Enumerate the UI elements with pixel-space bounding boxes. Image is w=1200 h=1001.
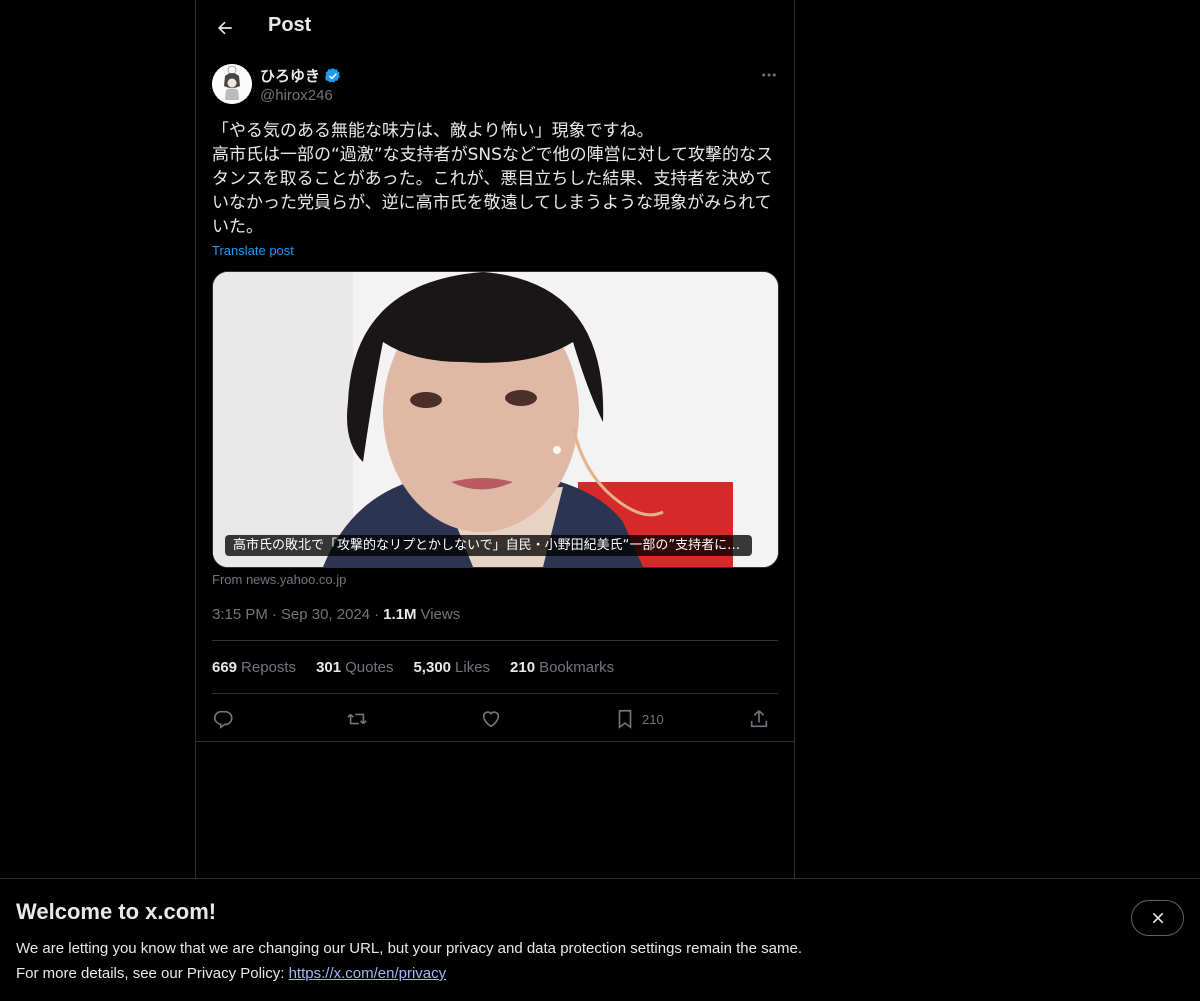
more-button[interactable] bbox=[758, 64, 780, 86]
card-source[interactable]: From news.yahoo.co.jp bbox=[212, 572, 346, 587]
bookmarks-stat[interactable]: 210 Bookmarks bbox=[510, 659, 614, 676]
banner-line-2: For more details, see our Privacy Policy… bbox=[16, 961, 802, 986]
share-icon bbox=[750, 710, 768, 728]
avatar[interactable] bbox=[212, 64, 252, 104]
header: Post bbox=[196, 0, 794, 54]
bookmark-icon bbox=[618, 709, 632, 729]
quotes-stat[interactable]: 301 Quotes bbox=[316, 659, 393, 676]
more-icon bbox=[762, 73, 776, 77]
divider bbox=[196, 741, 794, 742]
post-text: 「やる気のある無能な味方は、敵より怖い」現象ですね。 高市氏は一部の“過激”な支… bbox=[212, 121, 774, 237]
bookmarks-count: 210 bbox=[510, 659, 536, 676]
link-card[interactable]: 高市氏の敗北で「攻撃的なリプとかしないで」自民・小野田紀美氏“一部の”支持者にお… bbox=[212, 271, 779, 568]
author-handle[interactable]: @hirox246 bbox=[260, 87, 333, 104]
url-change-banner: Welcome to x.com! We are letting you kno… bbox=[0, 878, 1200, 1001]
author-display-name[interactable]: ひろゆき bbox=[260, 65, 320, 86]
reply-button[interactable] bbox=[212, 706, 234, 732]
back-arrow-icon bbox=[217, 21, 232, 35]
views-count: 1.1M bbox=[383, 606, 417, 623]
like-icon bbox=[482, 711, 500, 728]
bookmark-count: 210 bbox=[642, 711, 664, 727]
post-date[interactable]: Sep 30, 2024 bbox=[281, 606, 370, 623]
reply-icon bbox=[213, 710, 233, 729]
author-name-row[interactable]: ひろゆき bbox=[260, 65, 342, 86]
likes-stat[interactable]: 5,300 Likes bbox=[413, 659, 490, 676]
banner-body: We are letting you know that we are chan… bbox=[16, 936, 802, 986]
bookmarks-label: Bookmarks bbox=[539, 659, 615, 676]
quotes-label: Quotes bbox=[345, 659, 394, 676]
page-title: Post bbox=[268, 14, 312, 36]
post-time[interactable]: 3:15 PM bbox=[212, 606, 268, 623]
verified-badge-icon bbox=[325, 67, 340, 83]
like-button[interactable] bbox=[480, 706, 502, 732]
banner-line-1: We are letting you know that we are chan… bbox=[16, 940, 802, 957]
card-image bbox=[213, 272, 778, 567]
banner-line-2-prefix: For more details, see our Privacy Policy… bbox=[16, 965, 289, 982]
reposts-count: 669 bbox=[212, 659, 238, 676]
close-icon bbox=[1152, 912, 1163, 924]
repost-icon bbox=[347, 713, 367, 725]
divider bbox=[212, 693, 778, 694]
meta-separator: · bbox=[374, 606, 380, 623]
privacy-policy-link[interactable]: https://x.com/en/privacy bbox=[289, 965, 447, 982]
post-meta: 3:15 PM · Sep 30, 2024 · 1.1M Views bbox=[212, 606, 460, 623]
likes-count: 5,300 bbox=[413, 659, 452, 676]
share-button[interactable] bbox=[748, 706, 770, 732]
banner-title: Welcome to x.com! bbox=[16, 899, 217, 924]
engagement-stats: 669 Reposts 301 Quotes 5,300 Likes 210 Bookm… bbox=[212, 659, 614, 676]
views-label: Views bbox=[420, 606, 461, 623]
repost-button[interactable] bbox=[346, 706, 368, 732]
action-bar: 210 bbox=[212, 706, 778, 732]
post-column: Post ひろゆき @hirox246 「やる気のある無能な味方は、敵より怖い」… bbox=[195, 0, 795, 878]
quotes-count: 301 bbox=[316, 659, 342, 676]
card-caption: 高市氏の敗北で「攻撃的なリプとかしないで」自民・小野田紀美氏“一部の”支持者にお… bbox=[225, 535, 752, 556]
reposts-label: Reposts bbox=[241, 659, 297, 676]
likes-label: Likes bbox=[455, 659, 491, 676]
reposts-stat[interactable]: 669 Reposts bbox=[212, 659, 296, 676]
back-button[interactable] bbox=[208, 11, 242, 45]
meta-separator: · bbox=[271, 606, 277, 623]
bookmark-button[interactable]: 210 bbox=[614, 706, 664, 732]
divider bbox=[212, 640, 778, 641]
close-banner-button[interactable] bbox=[1131, 900, 1184, 936]
translate-post-link[interactable]: Translate post bbox=[212, 243, 294, 258]
